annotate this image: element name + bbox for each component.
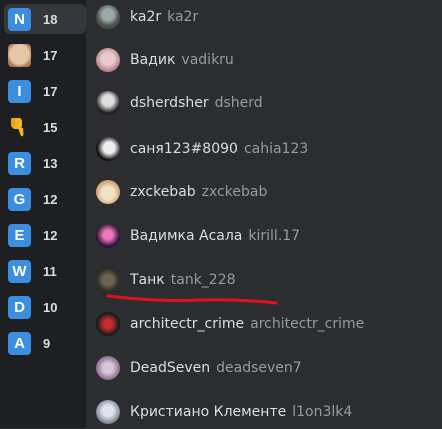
reaction-count: 13 (43, 155, 58, 171)
reaction-w[interactable]: W 11 (8, 256, 78, 286)
username: tank_228 (170, 272, 236, 288)
username: cahia123 (243, 141, 309, 157)
avatar[interactable] (96, 312, 120, 336)
reaction-sidebar: N 18 17 I 17 15 R 13 G 12 E 12 W 11 D 10… (0, 0, 86, 428)
username: zxckebab (201, 184, 268, 200)
avatar[interactable] (96, 400, 120, 424)
letter-a-emoji-icon: A (8, 331, 31, 355)
reactor-list: ka2r ka2r Вадик vadikru dsherdsher dsherd с… (86, 0, 442, 428)
letter-e-emoji-icon: E (8, 223, 31, 247)
reaction-thumbs-down[interactable]: 15 (8, 112, 78, 142)
avatar[interactable] (96, 180, 120, 204)
reaction-e[interactable]: E 12 (8, 220, 78, 250)
reaction-count: 11 (43, 263, 57, 279)
reaction-i[interactable]: I 17 (8, 76, 78, 106)
letter-n-emoji-icon: N (8, 7, 31, 31)
display-name: dsherdsher (130, 95, 209, 111)
username: architectr_crime (250, 316, 365, 332)
list-item[interactable]: DeadSeven deadseven7 (86, 351, 442, 385)
list-item[interactable]: саня123#8090 cahia123 (86, 132, 442, 166)
reaction-count: 10 (43, 299, 58, 315)
username: vadikru (181, 52, 234, 68)
display-name: саня123#8090 (130, 141, 238, 157)
avatar[interactable] (96, 356, 120, 380)
display-name: DeadSeven (130, 360, 211, 376)
reaction-r[interactable]: R 13 (8, 148, 78, 178)
reaction-count: 12 (43, 227, 58, 243)
avatar[interactable] (96, 268, 120, 292)
avatar[interactable] (96, 137, 120, 161)
reaction-count: 12 (43, 191, 58, 207)
letter-g-emoji-icon: G (8, 187, 31, 211)
username: l1on3lk4 (292, 404, 353, 420)
avatar[interactable] (96, 48, 120, 72)
username: deadseven7 (216, 360, 302, 376)
username: dsherd (214, 95, 263, 111)
display-name: architectr_crime (130, 316, 245, 332)
list-item[interactable]: Кристиано Клементе l1on3lk4 (86, 395, 442, 429)
display-name: Вадимка Асала (130, 228, 243, 244)
display-name: zxckebab (130, 184, 196, 200)
display-name: Вадик (130, 52, 176, 68)
letter-w-emoji-icon: W (8, 259, 31, 283)
letter-d-emoji-icon: D (8, 295, 31, 319)
list-item[interactable]: Вадимка Асала kirill.17 (86, 219, 442, 253)
reaction-g[interactable]: G 12 (8, 184, 78, 214)
username: kirill.17 (248, 228, 301, 244)
reaction-d[interactable]: D 10 (8, 292, 78, 322)
reaction-count: 9 (43, 335, 51, 351)
list-item[interactable]: zxckebab zxckebab (86, 175, 442, 209)
avatar[interactable] (96, 91, 120, 115)
display-name: ka2r (130, 9, 162, 25)
display-name: Танк (130, 272, 165, 288)
thumbs-down-icon (8, 116, 31, 139)
reaction-count: 18 (43, 11, 58, 27)
username: ka2r (167, 9, 199, 25)
list-item[interactable]: Танк tank_228 (86, 263, 442, 297)
reaction-face[interactable]: 17 (8, 40, 78, 70)
list-item[interactable]: ka2r ka2r (86, 0, 442, 34)
list-item[interactable]: Вадик vadikru (86, 43, 442, 77)
reaction-n[interactable]: N 18 (4, 4, 86, 34)
reaction-a[interactable]: A 9 (8, 328, 78, 358)
list-item[interactable]: dsherdsher dsherd (86, 86, 442, 120)
reaction-count: 15 (43, 119, 58, 135)
avatar[interactable] (96, 224, 120, 248)
display-name: Кристиано Клементе (130, 404, 287, 420)
letter-i-emoji-icon: I (8, 79, 31, 103)
reaction-count: 17 (43, 47, 58, 63)
list-item[interactable]: architectr_crime architectr_crime (86, 307, 442, 341)
letter-r-emoji-icon: R (8, 151, 31, 175)
reaction-count: 17 (43, 83, 58, 99)
face-emoji-icon (8, 43, 31, 67)
avatar[interactable] (96, 5, 120, 29)
